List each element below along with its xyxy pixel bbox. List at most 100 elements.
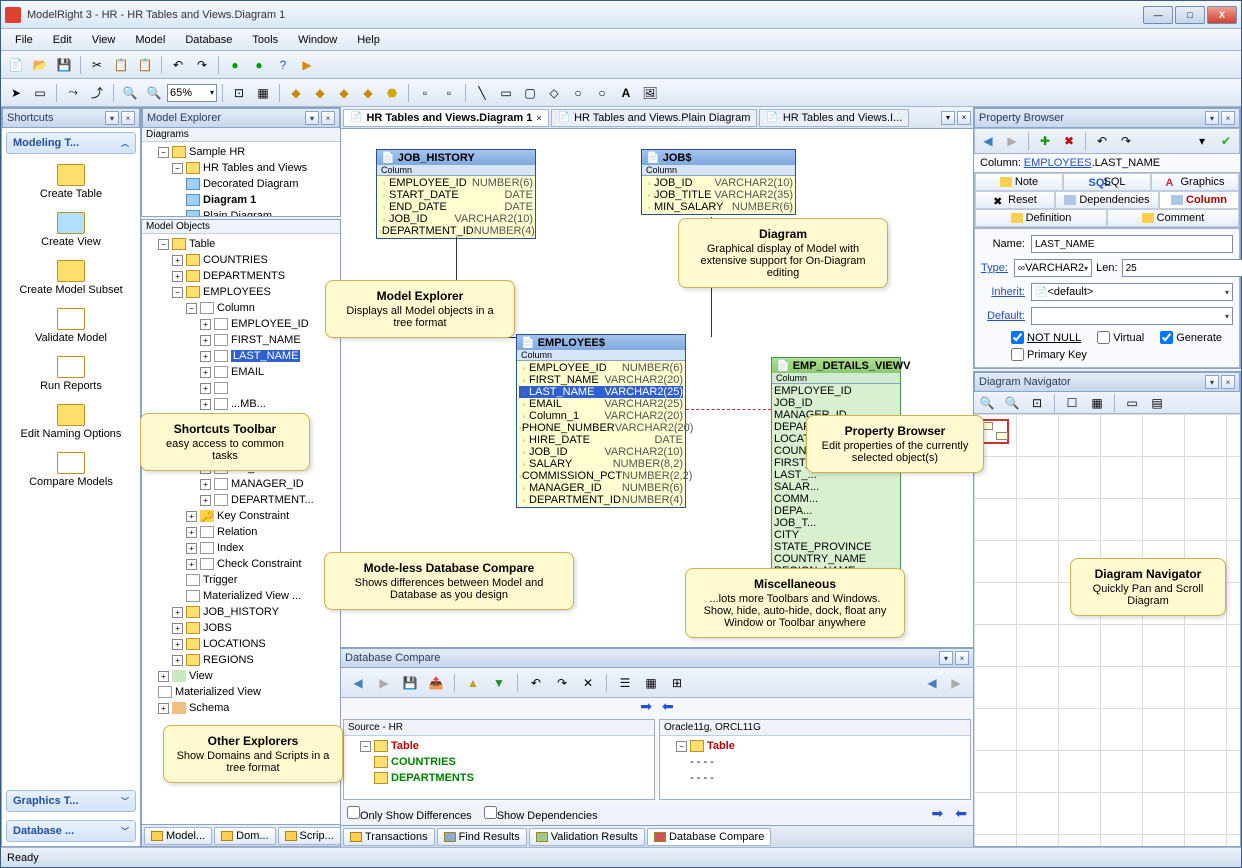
cmp-table[interactable]: DEPARTMENTS <box>346 770 652 786</box>
tree-check[interactable]: +Check Constraint <box>144 556 338 572</box>
tree-rel[interactable]: +Relation <box>144 524 338 540</box>
save-icon[interactable]: 💾 <box>53 54 75 76</box>
fwd-icon[interactable]: ▶ <box>373 672 395 694</box>
help-icon[interactable]: ? <box>272 54 294 76</box>
menu-tools[interactable]: Tools <box>242 31 288 49</box>
tree-diagram-active[interactable]: Diagram 1 <box>144 192 338 208</box>
tree-root[interactable]: −Sample HR <box>144 144 338 160</box>
maximize-button[interactable]: □ <box>1175 6 1205 24</box>
refresh-icon[interactable]: ◀ <box>921 672 943 694</box>
entity-column[interactable]: DEPA... <box>774 505 898 517</box>
default-link[interactable]: Default: <box>981 310 1031 322</box>
arrow-left-icon[interactable]: ⬅ <box>955 805 967 822</box>
entity-column[interactable]: ◦COMMISSION_PCTNUMBER(2,2) <box>519 470 683 482</box>
globe-icon[interactable]: ● <box>224 54 246 76</box>
tree-col[interactable]: +MANAGER_ID <box>144 476 338 492</box>
tab-domain[interactable]: Dom... <box>214 827 275 845</box>
entity-job-history[interactable]: 📄JOB_HISTORY Column ◦EMPLOYEE_IDNUMBER(6… <box>376 149 536 239</box>
show-deps-checkbox[interactable]: Show Dependencies <box>484 806 598 822</box>
close-icon[interactable]: × <box>321 111 335 125</box>
frame-icon[interactable]: ▭ <box>1121 392 1143 414</box>
db-icon[interactable]: ● <box>248 54 270 76</box>
entity-column[interactable]: COMM... <box>774 493 898 505</box>
arrow-left-icon[interactable]: ⬅ <box>662 698 674 715</box>
zoomout-icon[interactable]: 🔍 <box>143 82 165 104</box>
navigator-canvas[interactable] <box>974 414 1240 846</box>
tree-table[interactable]: −EMPLOYEES <box>144 284 338 300</box>
new-icon[interactable]: ✚ <box>1034 130 1056 152</box>
entity-column[interactable]: ◦SALARYNUMBER(8,2) <box>519 458 683 470</box>
fit-icon[interactable]: ⊡ <box>228 82 250 104</box>
go-icon[interactable]: ▶ <box>296 54 318 76</box>
tree-col[interactable]: +FIRST_NAME <box>144 332 338 348</box>
entity-column[interactable]: ◦JOB_IDVARCHAR2(10) <box>644 177 793 189</box>
sync-icon[interactable]: ▶ <box>945 672 967 694</box>
breadcrumb-table[interactable]: EMPLOYEES <box>1024 157 1092 169</box>
grid-icon[interactable]: ▦ <box>1086 392 1108 414</box>
doc-tab[interactable]: 📄HR Tables and Views.Plain Diagram <box>551 109 758 127</box>
prop-tab-reset[interactable]: ✖Reset <box>975 191 1055 209</box>
entity-column[interactable]: ◦MANAGER_IDNUMBER(6) <box>519 482 683 494</box>
prop-tab-column[interactable]: Column <box>1159 191 1239 209</box>
arrow-right-icon[interactable]: ➡ <box>640 698 652 715</box>
entity-jobs[interactable]: 📄JOB$ Column ◦JOB_IDVARCHAR2(10)◦JOB_TIT… <box>641 149 796 215</box>
prop-tab-graphics[interactable]: AGraphics <box>1151 173 1239 191</box>
tree-idx[interactable]: +Index <box>144 540 338 556</box>
cube2-icon[interactable]: ◆ <box>309 82 331 104</box>
diamond-icon[interactable]: ◇ <box>543 82 565 104</box>
menu-file[interactable]: File <box>5 31 43 49</box>
doc-tab-active[interactable]: 📄HR Tables and Views.Diagram 1× <box>343 109 549 127</box>
zoomin-icon[interactable]: 🔍 <box>119 82 141 104</box>
type-select[interactable]: ∞ VARCHAR2 <box>1014 259 1092 277</box>
pin-icon[interactable]: ▾ <box>939 651 953 665</box>
prop-tab-comment[interactable]: Comment <box>1107 209 1239 227</box>
pointer-icon[interactable]: ➤ <box>5 82 27 104</box>
entity-column[interactable]: ◦DEPARTMENT_IDNUMBER(4) <box>519 494 683 506</box>
arrow-right-icon[interactable]: ➡ <box>932 805 944 822</box>
select-icon[interactable]: ▭ <box>29 82 51 104</box>
tree-table[interactable]: +DEPARTMENTS <box>144 268 338 284</box>
name-input[interactable] <box>1031 235 1233 253</box>
tree-table-node[interactable]: −Table <box>144 236 338 252</box>
entity-column[interactable]: ◦FIRST_NAMEVARCHAR2(20) <box>519 374 683 386</box>
entity-column[interactable]: EMPLOYEE_ID <box>774 385 898 397</box>
tab-validation[interactable]: Validation Results <box>529 828 645 846</box>
shortcut-cat-modeling[interactable]: Modeling T...︿ <box>6 132 136 154</box>
menu-view[interactable]: View <box>82 31 126 49</box>
tree-table[interactable]: +JOBS <box>144 620 338 636</box>
undo-icon[interactable]: ↶ <box>1091 130 1113 152</box>
entity-column[interactable]: ◦Column_1VARCHAR2(20) <box>519 410 683 422</box>
redo-icon[interactable]: ↷ <box>1115 130 1137 152</box>
3d1-icon[interactable]: ▫ <box>414 82 436 104</box>
tab-transactions[interactable]: Transactions <box>343 828 435 846</box>
menu-model[interactable]: Model <box>125 31 175 49</box>
tree-table[interactable]: +REGIONS <box>144 652 338 668</box>
shortcut-create-table[interactable]: Create Table <box>2 158 140 206</box>
tree-keyc[interactable]: +🔑Key Constraint <box>144 508 338 524</box>
3d2-icon[interactable]: ▫ <box>438 82 460 104</box>
tab-model[interactable]: Model... <box>144 827 212 845</box>
entity-column[interactable]: ◦JOB_IDVARCHAR2(10) <box>379 213 533 225</box>
entity-column[interactable]: ◦EMAILVARCHAR2(25) <box>519 398 683 410</box>
cube4-icon[interactable]: ◆ <box>357 82 379 104</box>
entity-column[interactable]: ◦JOB_IDVARCHAR2(10) <box>519 446 683 458</box>
entity-column[interactable]: CITY <box>774 529 898 541</box>
shortcut-create-view[interactable]: Create View <box>2 206 140 254</box>
shortcut-reports[interactable]: Run Reports <box>2 350 140 398</box>
close-button[interactable]: X <box>1207 6 1237 24</box>
pin-icon[interactable]: ▾ <box>305 111 319 125</box>
pin-icon[interactable]: ▾ <box>105 111 119 125</box>
save-icon[interactable]: 💾 <box>399 672 421 694</box>
pin-icon[interactable]: ▾ <box>1205 111 1219 125</box>
text-icon[interactable]: A <box>615 82 637 104</box>
undo-icon[interactable]: ↶ <box>525 672 547 694</box>
cut-icon[interactable]: ✂ <box>86 54 108 76</box>
entity-column[interactable]: COUNTRY_NAME <box>774 553 898 565</box>
cmp-table[interactable]: COUNTRIES <box>346 754 652 770</box>
entity-column[interactable]: SALAR... <box>774 481 898 493</box>
tree-trig[interactable]: Trigger <box>144 572 338 588</box>
cmp-table-node[interactable]: −Table <box>346 738 652 754</box>
cmp-table-node[interactable]: −Table <box>662 738 968 754</box>
zoomin-icon[interactable]: 🔍 <box>976 392 998 414</box>
back-icon[interactable]: ◀ <box>977 130 999 152</box>
